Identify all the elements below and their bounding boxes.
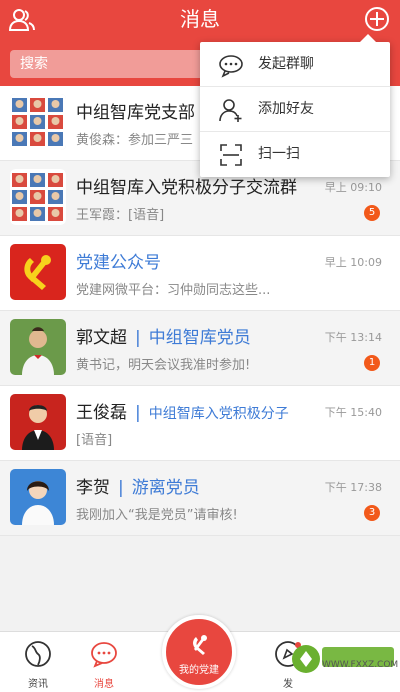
menu-item-label: 发起群聊	[258, 56, 314, 72]
conversation-time: 下午 15:40	[324, 406, 382, 419]
scan-icon	[220, 144, 242, 166]
my-party-building-button[interactable]: 我的党建	[162, 615, 236, 689]
conversation-time: 下午 17:38	[324, 481, 382, 494]
menu-item-label: 扫一扫	[258, 146, 300, 162]
add-friend-icon	[219, 99, 242, 122]
tab-messages[interactable]: 消息	[74, 632, 134, 692]
menu-item-label: 添加好友	[258, 101, 314, 117]
conversation-row[interactable]: 李贺 | 游离党员 我刚加入“我是党员”请审核! 下午 17:38 3	[0, 461, 400, 536]
conversation-row[interactable]: 郭文超 | 中组智库党员 黄书记，明天会议我准时参加! 下午 13:14 1	[0, 311, 400, 386]
conversation-name: 中组智库党支部	[76, 103, 195, 123]
party-emblem-avatar	[10, 244, 66, 300]
conversation-time: 下午 13:14	[324, 331, 382, 344]
conversation-preview: 黄书记，明天会议我准时参加!	[76, 358, 251, 373]
tab-label: 消息	[94, 679, 114, 690]
watermark-text: WWW.FXXZ.COM	[322, 660, 399, 670]
conversation-preview: 黄俊森：参加三严三	[76, 133, 194, 148]
contact-name: 李贺	[76, 478, 110, 498]
name-separator: |	[118, 478, 124, 498]
conversation-preview: 王军霞：[语音]	[76, 208, 165, 223]
party-emblem-icon	[193, 635, 207, 655]
member-tag: 中组智库党员	[148, 328, 251, 348]
conversation-name: 李贺 | 游离党员	[76, 473, 200, 498]
unread-badge: 3	[364, 505, 380, 521]
add-icon[interactable]	[364, 6, 390, 32]
tab-label: 资讯	[28, 679, 48, 690]
conversation-time: 早上 10:09	[324, 256, 382, 269]
name-separator: |	[135, 328, 141, 348]
conversation-time: 早上 09:10	[324, 181, 382, 194]
message-icon	[91, 642, 117, 668]
contact-name: 王俊磊	[76, 403, 127, 423]
conversation-name: 党建公众号	[76, 253, 161, 273]
tab-news[interactable]: 资讯	[8, 632, 68, 692]
globe-icon	[25, 641, 51, 667]
top-bar: 消息	[0, 0, 400, 42]
member-tag: 游离党员	[131, 478, 200, 498]
popup-caret	[360, 34, 376, 42]
page-title: 消息	[180, 7, 220, 31]
conversation-name: 王俊磊 | 中组智库入党积极分子	[76, 398, 289, 423]
conversation-preview: [语音]	[76, 433, 113, 448]
conversation-row[interactable]: 党建公众号 党建网微平台：习仲勋同志这些... 早上 10:09	[0, 236, 400, 311]
menu-item-scan[interactable]: 扫一扫	[200, 132, 390, 177]
group-avatar	[10, 94, 66, 150]
chat-bubble-icon	[219, 55, 243, 78]
person-avatar	[10, 469, 66, 525]
add-menu-popup: 发起群聊 添加好友 扫一扫	[200, 34, 390, 177]
contact-name: 郭文超	[76, 328, 127, 348]
group-avatar	[10, 169, 66, 225]
center-button-label: 我的党建	[179, 665, 219, 676]
conversation-name: 郭文超 | 中组智库党员	[76, 323, 251, 348]
person-avatar	[10, 319, 66, 375]
conversation-preview: 党建网微平台：习仲勋同志这些...	[76, 283, 271, 298]
unread-badge: 5	[364, 205, 380, 221]
unread-badge: 1	[364, 355, 380, 371]
member-tag: 中组智库入党积极分子	[148, 406, 289, 422]
menu-item-add-friend[interactable]: 添加好友	[200, 87, 390, 132]
name-separator: |	[135, 403, 141, 423]
menu-item-group-chat[interactable]: 发起群聊	[200, 42, 390, 87]
conversation-preview: 我刚加入“我是党员”请审核!	[76, 508, 238, 523]
conversation-row[interactable]: 王俊磊 | 中组智库入党积极分子 [语音] 下午 15:40	[0, 386, 400, 461]
person-avatar	[10, 394, 66, 450]
